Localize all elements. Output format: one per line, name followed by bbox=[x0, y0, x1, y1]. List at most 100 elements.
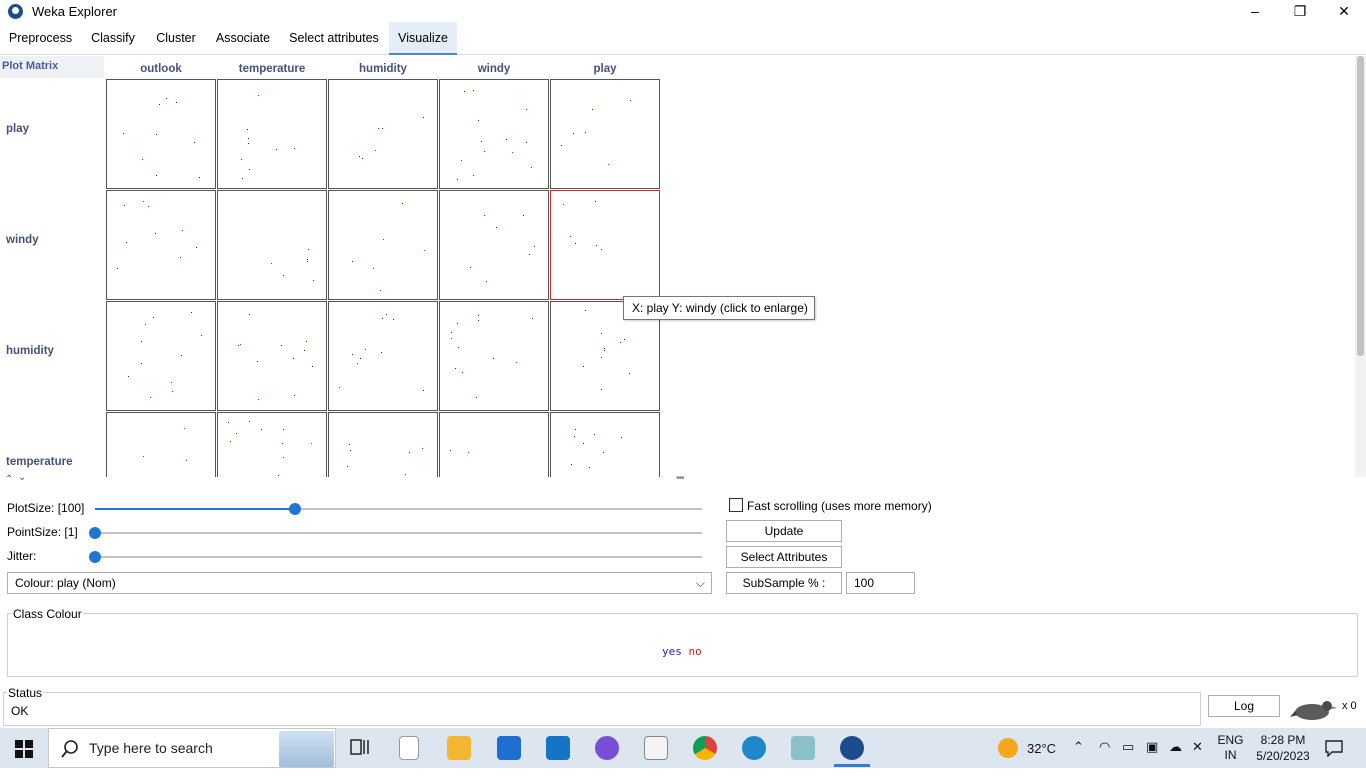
plot-cell-play-vs-windy[interactable] bbox=[550, 190, 660, 300]
plot-cell-play-vs-temperature[interactable] bbox=[550, 412, 660, 477]
plot-point bbox=[148, 206, 149, 207]
plot-cell-play-vs-play[interactable] bbox=[550, 79, 660, 189]
plot-point bbox=[601, 333, 602, 334]
plot-cell-windy-vs-play[interactable] bbox=[439, 79, 549, 189]
task-view-icon[interactable] bbox=[348, 736, 372, 760]
tab-classify[interactable]: Classify bbox=[84, 22, 142, 55]
plot-cell-outlook-vs-temperature[interactable] bbox=[106, 412, 216, 477]
plot-cell-temperature-vs-temperature[interactable] bbox=[217, 412, 327, 477]
plot-cell-outlook-vs-windy[interactable] bbox=[106, 190, 216, 300]
jitter-slider[interactable] bbox=[89, 551, 702, 563]
legend-no[interactable]: no bbox=[689, 645, 702, 658]
notepad-icon[interactable] bbox=[644, 736, 668, 760]
plot-cell-humidity-vs-humidity[interactable] bbox=[328, 301, 438, 411]
split-pane-divider[interactable]: ⌃ ⌄ ••• bbox=[0, 472, 1366, 485]
plot-point bbox=[405, 474, 406, 475]
plot-cell-windy-vs-humidity[interactable] bbox=[439, 301, 549, 411]
tab-visualize[interactable]: Visualize bbox=[389, 22, 457, 55]
plot-point bbox=[608, 164, 609, 165]
legend-yes[interactable]: yes bbox=[662, 645, 682, 658]
tab-cluster[interactable]: Cluster bbox=[150, 22, 202, 55]
taskbar-search-box[interactable]: Type here to search bbox=[48, 728, 336, 768]
chevron-down-icon[interactable]: ⌵ bbox=[696, 573, 705, 593]
plot-point bbox=[630, 100, 631, 101]
plot-cell-humidity-vs-windy[interactable] bbox=[328, 190, 438, 300]
plot-point bbox=[352, 261, 353, 262]
plot-cell-temperature-vs-humidity[interactable] bbox=[217, 301, 327, 411]
fast-scrolling-checkbox[interactable] bbox=[729, 498, 743, 512]
app-icon[interactable] bbox=[791, 736, 815, 760]
plot-point bbox=[585, 132, 586, 133]
file-icon[interactable] bbox=[399, 736, 419, 760]
plot-point bbox=[365, 349, 366, 350]
pointsize-slider[interactable] bbox=[89, 527, 702, 539]
scrollbar-thumb[interactable] bbox=[1357, 56, 1364, 356]
maximize-button[interactable]: ❐ bbox=[1277, 0, 1323, 22]
weka-taskbar-icon[interactable] bbox=[840, 736, 864, 760]
pointsize-slider-knob[interactable] bbox=[89, 527, 101, 539]
collapse-down-arrow-icon[interactable]: ⌄ bbox=[18, 472, 26, 483]
weather-temperature: 32°C bbox=[1027, 741, 1057, 756]
plot-cell-humidity-vs-temperature[interactable] bbox=[328, 412, 438, 477]
plotsize-slider[interactable] bbox=[95, 503, 702, 515]
collapse-up-arrow-icon[interactable]: ⌃ bbox=[5, 474, 13, 485]
copilot-icon[interactable] bbox=[595, 736, 619, 760]
plot-point bbox=[424, 250, 425, 251]
language-indicator[interactable]: ENG IN bbox=[1214, 733, 1247, 773]
wifi-icon[interactable]: ◠ bbox=[1099, 739, 1110, 779]
plot-point bbox=[156, 175, 157, 176]
plot-cell-temperature-vs-play[interactable] bbox=[217, 79, 327, 189]
colour-select[interactable]: Colour: play (Nom) ⌵ bbox=[7, 572, 712, 594]
plot-point bbox=[236, 433, 237, 434]
plot-point bbox=[294, 395, 295, 396]
plot-point bbox=[383, 239, 384, 240]
plot-cell-outlook-vs-humidity[interactable] bbox=[106, 301, 216, 411]
update-button[interactable]: Update bbox=[726, 520, 842, 542]
plotsize-slider-knob[interactable] bbox=[289, 503, 302, 515]
plot-point bbox=[423, 117, 424, 118]
plot-cell-windy-vs-temperature[interactable] bbox=[439, 412, 549, 477]
microsoft-store-icon[interactable] bbox=[497, 736, 521, 760]
tab-associate[interactable]: Associate bbox=[210, 22, 276, 55]
clock[interactable]: 8:28 PM 5/20/2023 bbox=[1253, 732, 1313, 772]
chrome-icon[interactable] bbox=[693, 736, 717, 760]
battery-icon[interactable]: ▭ bbox=[1122, 739, 1134, 779]
plot-point bbox=[409, 452, 410, 453]
windows-start-icon[interactable] bbox=[15, 740, 33, 758]
network-icon[interactable]: ☁ bbox=[1169, 739, 1182, 779]
plot-point bbox=[283, 275, 284, 276]
subsample-input[interactable]: 100 bbox=[846, 572, 915, 594]
notifications-icon[interactable] bbox=[1325, 740, 1343, 757]
tab-preprocess[interactable]: Preprocess bbox=[4, 22, 77, 55]
plot-cell-windy-vs-windy[interactable] bbox=[439, 190, 549, 300]
file-explorer-icon[interactable] bbox=[447, 736, 471, 760]
column-header-windy: windy bbox=[477, 63, 511, 75]
plot-point bbox=[461, 160, 462, 161]
search-highlight-image bbox=[279, 731, 334, 767]
tab-select-attributes[interactable]: Select attributes bbox=[284, 22, 384, 55]
minimize-button[interactable]: – bbox=[1232, 0, 1278, 22]
close-button[interactable]: ✕ bbox=[1321, 0, 1366, 22]
plot-point bbox=[478, 315, 479, 316]
subsample-button[interactable]: SubSample % : bbox=[726, 572, 842, 594]
plot-point bbox=[451, 332, 452, 333]
select-attributes-button[interactable]: Select Attributes bbox=[726, 546, 842, 568]
plot-point bbox=[182, 230, 183, 231]
divider-grip-icon[interactable]: ••• bbox=[676, 473, 684, 484]
plot-point bbox=[171, 382, 172, 383]
edge-icon[interactable] bbox=[742, 736, 766, 760]
plot-point bbox=[478, 120, 479, 121]
log-button[interactable]: Log bbox=[1208, 695, 1280, 717]
mail-icon[interactable] bbox=[546, 736, 570, 760]
plot-point bbox=[402, 203, 403, 204]
jitter-slider-knob[interactable] bbox=[89, 551, 101, 563]
speaker-muted-icon[interactable]: ✕ bbox=[1192, 739, 1203, 779]
plot-cell-outlook-vs-play[interactable] bbox=[106, 79, 216, 189]
plot-cell-humidity-vs-play[interactable] bbox=[328, 79, 438, 189]
plot-point bbox=[455, 368, 456, 369]
matrix-vertical-scrollbar[interactable] bbox=[1355, 56, 1366, 477]
plot-point bbox=[423, 390, 424, 391]
chevron-up-icon[interactable]: ⌃ bbox=[1073, 739, 1084, 779]
meet-now-icon[interactable]: ▣ bbox=[1146, 739, 1158, 779]
plot-cell-temperature-vs-windy[interactable] bbox=[217, 190, 327, 300]
